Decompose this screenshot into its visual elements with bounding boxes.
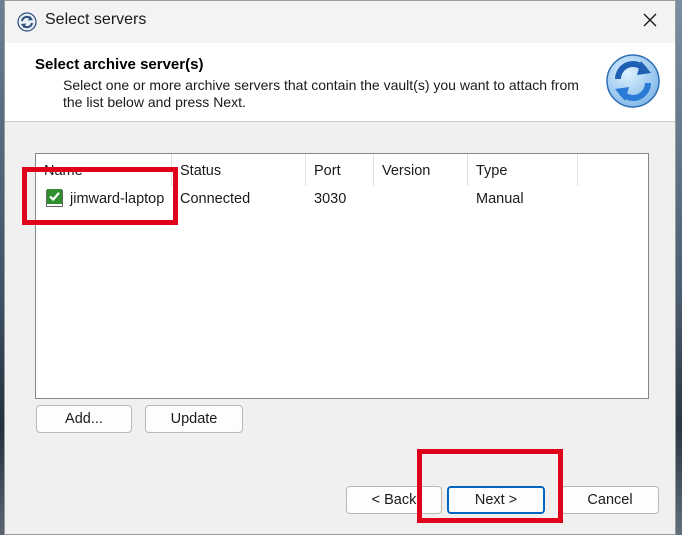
server-type: Manual xyxy=(476,191,524,207)
column-header-port[interactable]: Port xyxy=(306,154,374,186)
checkmark-icon xyxy=(47,188,62,209)
column-header-version[interactable]: Version xyxy=(374,154,468,186)
close-button[interactable] xyxy=(637,9,663,35)
servers-list[interactable]: Name Status Port Version Type jimward-la… xyxy=(35,153,649,399)
title-bar: Select servers xyxy=(5,1,675,43)
window-title: Select servers xyxy=(45,11,147,28)
header-title: Select archive server(s) xyxy=(35,56,204,73)
column-header-name[interactable]: Name xyxy=(36,154,172,186)
next-button[interactable]: Next > xyxy=(447,486,545,514)
select-servers-dialog: Select servers Select archive server(s) … xyxy=(4,0,676,535)
sync-app-icon xyxy=(17,12,37,32)
server-port: 3030 xyxy=(314,191,347,207)
server-checkbox[interactable] xyxy=(46,188,63,209)
column-header-status[interactable]: Status xyxy=(172,154,306,186)
back-button[interactable]: < Back xyxy=(346,486,442,514)
cancel-button[interactable]: Cancel xyxy=(561,486,659,514)
refresh-sync-icon xyxy=(605,53,661,109)
table-row[interactable]: jimward-laptop Connected 3030 Manual xyxy=(36,186,648,212)
header-description: Select one or more archive servers that … xyxy=(63,77,579,110)
wizard-header: Select archive server(s) Select one or m… xyxy=(5,43,675,122)
server-name: jimward-laptop xyxy=(70,191,165,207)
close-icon xyxy=(642,12,658,33)
server-status: Connected xyxy=(180,191,251,207)
column-header-type[interactable]: Type xyxy=(468,154,578,186)
add-server-button[interactable]: Add... xyxy=(36,405,132,433)
update-button[interactable]: Update xyxy=(145,405,243,433)
list-header: Name Status Port Version Type xyxy=(36,154,648,186)
